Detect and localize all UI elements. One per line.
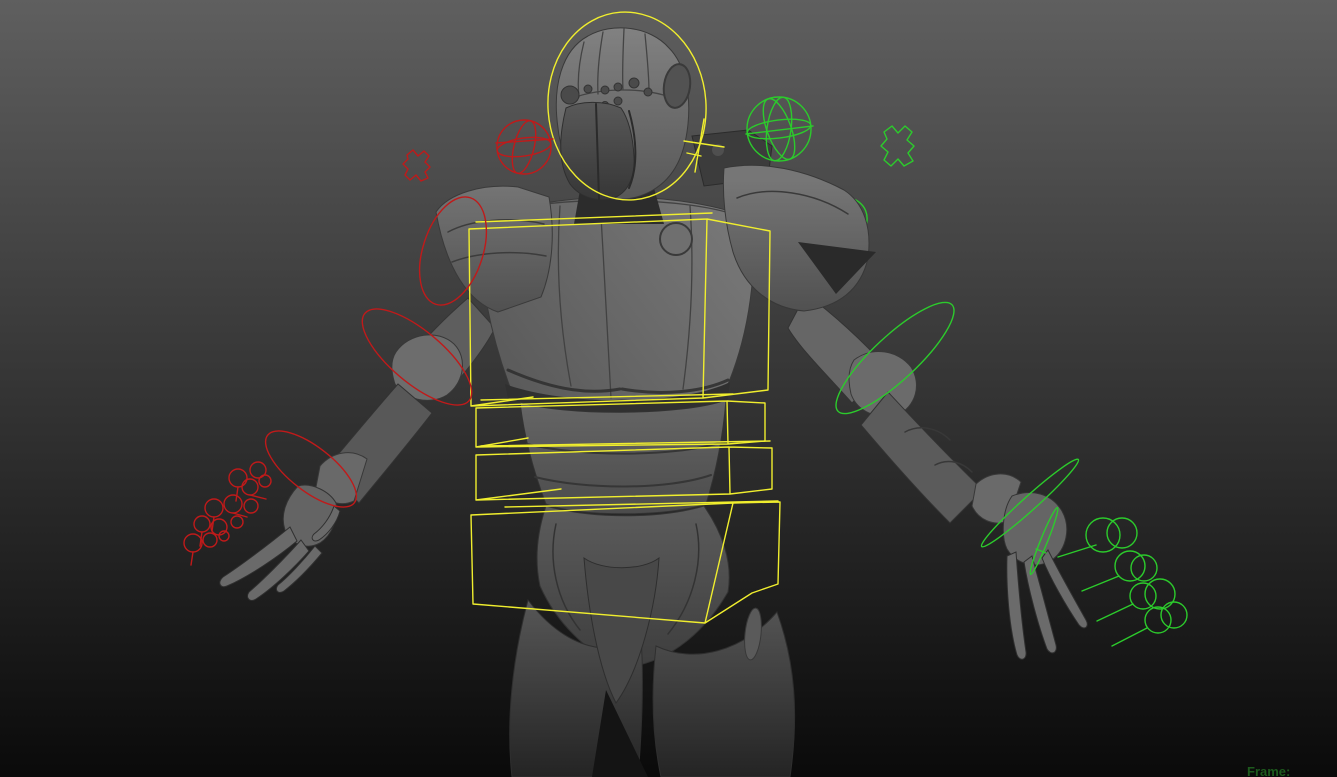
hud-frame-label: Frame:: [1247, 764, 1290, 777]
viewport-3d[interactable]: Frame:: [0, 0, 1337, 777]
